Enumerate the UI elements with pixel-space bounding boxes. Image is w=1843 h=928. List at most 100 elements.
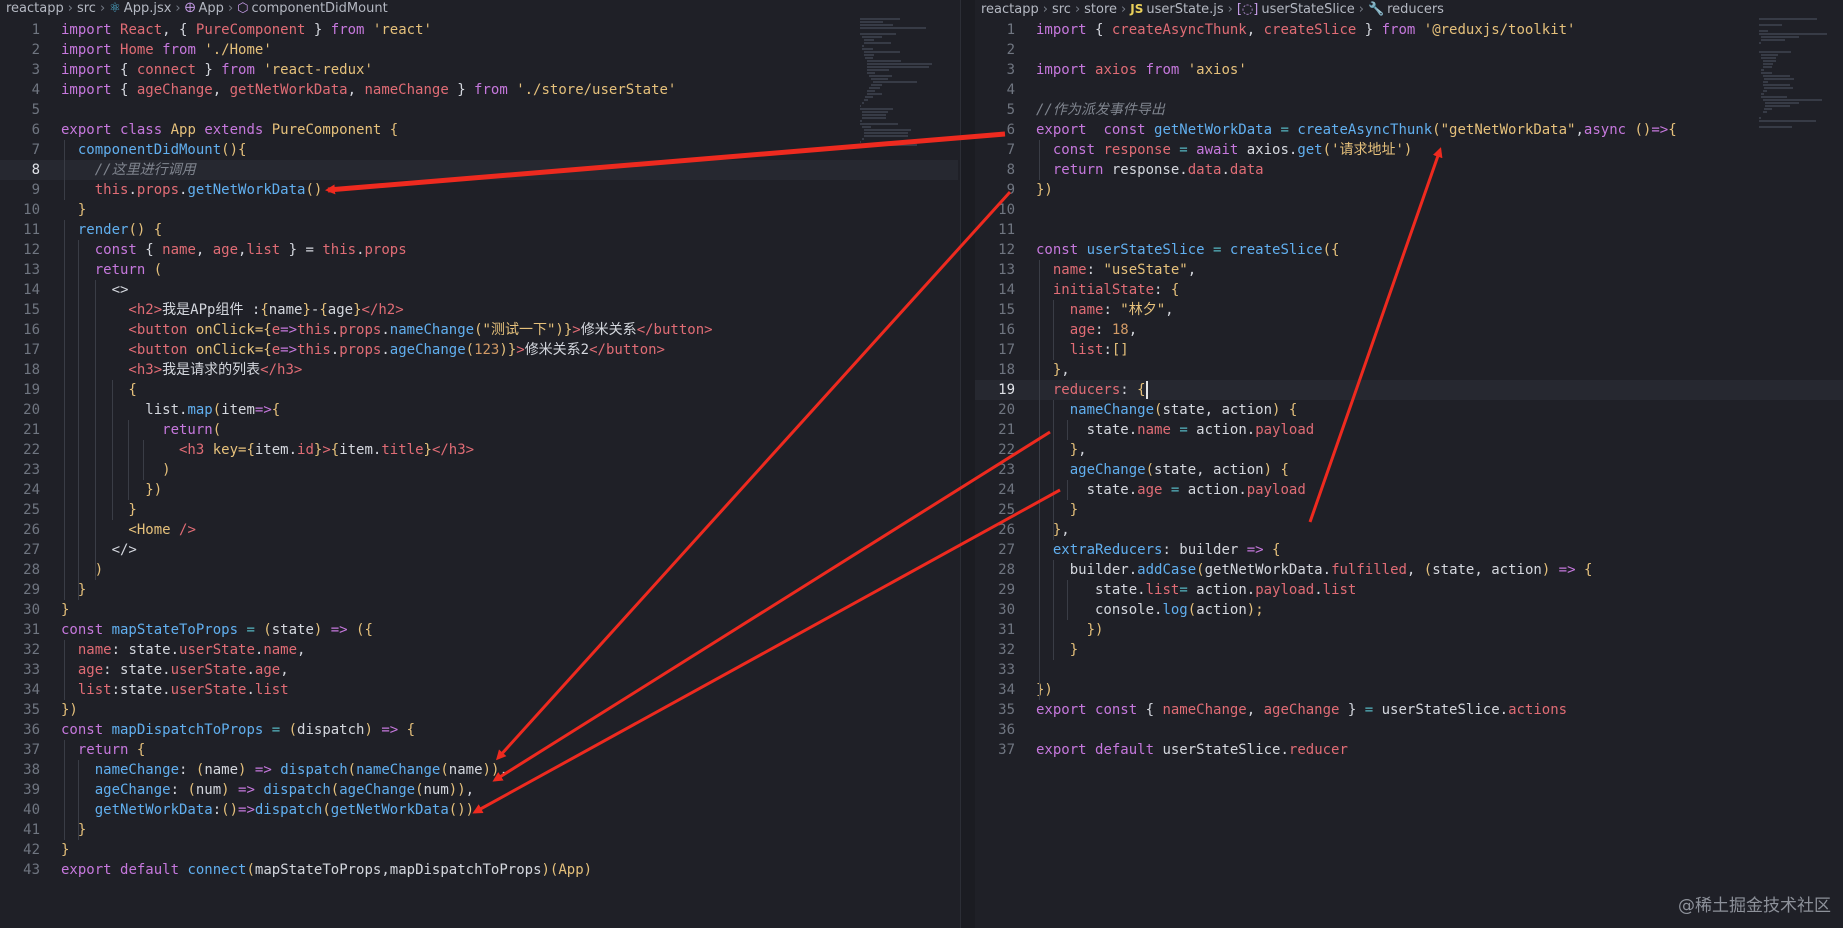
code-line[interactable]: 2 bbox=[975, 40, 1843, 60]
code-line[interactable]: 1 import React, { PureComponent } from 'r… bbox=[0, 20, 958, 40]
code-line[interactable]: 3 import { connect } from 'react-redux' bbox=[0, 60, 958, 80]
code-line[interactable]: 15 name: "林夕", bbox=[975, 300, 1843, 320]
code-line[interactable]: 36 bbox=[975, 720, 1843, 740]
code-line[interactable]: 35 export const { nameChange, ageChange }… bbox=[975, 700, 1843, 720]
code-line[interactable]: 19 { bbox=[0, 380, 958, 400]
line-content: }) bbox=[1036, 620, 1104, 640]
code-line[interactable]: 4 import { ageChange, getNetWorkData, nam… bbox=[0, 80, 958, 100]
code-line[interactable]: 16 age: 18, bbox=[975, 320, 1843, 340]
code-line[interactable]: 8 return response.data.data bbox=[975, 160, 1843, 180]
code-line[interactable]: 38 nameChange: (name) => dispatch(nameCh… bbox=[0, 760, 958, 780]
code-line[interactable]: 43 export default connect(mapStateToProps… bbox=[0, 860, 958, 880]
code-line[interactable]: 29 } bbox=[0, 580, 958, 600]
code-line[interactable]: 28 builder.addCase(getNetWorkData.fulfil… bbox=[975, 560, 1843, 580]
code-line[interactable]: 37 export default userStateSlice.reducer bbox=[975, 740, 1843, 760]
breadcrumb-item[interactable]: src bbox=[77, 0, 96, 18]
code-line[interactable]: 1 import { createAsyncThunk, createSlice … bbox=[975, 20, 1843, 40]
code-line[interactable]: 39 ageChange: (num) => dispatch(ageChang… bbox=[0, 780, 958, 800]
code-line[interactable]: 33 age: state.userState.age, bbox=[0, 660, 958, 680]
code-line[interactable]: 14 initialState: { bbox=[975, 280, 1843, 300]
code-line[interactable]: 32 } bbox=[975, 640, 1843, 660]
code-line[interactable]: 18 }, bbox=[975, 360, 1843, 380]
code-line[interactable]: 6 export const getNetWorkData = createAsy… bbox=[975, 120, 1843, 140]
breadcrumb-item[interactable]: [◌] userStateSlice bbox=[1237, 1, 1355, 19]
code-area[interactable]: 1 import { createAsyncThunk, createSlice … bbox=[975, 20, 1843, 760]
line-content: }, bbox=[1036, 360, 1070, 380]
minimap[interactable] bbox=[1759, 18, 1843, 129]
code-line[interactable]: 21 state.name = action.payload bbox=[975, 420, 1843, 440]
breadcrumb-item[interactable]: src bbox=[1052, 1, 1071, 19]
editor-left[interactable]: reactapp › src › ⚛ App.jsx › 🜨 App › ⬡ componentDid… bbox=[0, 0, 958, 928]
code-line[interactable]: 33 bbox=[975, 660, 1843, 680]
code-line[interactable]: 7 const response = await axios.get('请求地址… bbox=[975, 140, 1843, 160]
code-line[interactable]: 9 this.props.getNetWorkData() bbox=[0, 180, 958, 200]
code-line[interactable]: 23 ageChange(state, action) { bbox=[975, 460, 1843, 480]
breadcrumb-item[interactable]: reactapp bbox=[6, 0, 64, 18]
code-line[interactable]: 32 name: state.userState.name, bbox=[0, 640, 958, 660]
breadcrumb-item[interactable]: store bbox=[1084, 1, 1117, 19]
code-area[interactable]: 1 import React, { PureComponent } from 'r… bbox=[0, 20, 958, 880]
minimap[interactable] bbox=[860, 18, 944, 147]
code-line[interactable]: 42} bbox=[0, 840, 958, 860]
code-line[interactable]: 11 bbox=[975, 220, 1843, 240]
breadcrumb-item[interactable]: 🔧 reducers bbox=[1368, 1, 1444, 19]
code-line[interactable]: 10 bbox=[975, 200, 1843, 220]
code-line[interactable]: 19 reducers: { bbox=[975, 380, 1843, 400]
code-line[interactable]: 28 ) bbox=[0, 560, 958, 580]
code-line[interactable]: 18 <h3>我是请求的列表</h3> bbox=[0, 360, 958, 380]
breadcrumb-item[interactable]: ⬡ componentDidMount bbox=[237, 0, 388, 18]
code-line[interactable]: 26 }, bbox=[975, 520, 1843, 540]
code-line[interactable]: 14 <> bbox=[0, 280, 958, 300]
split-divider[interactable] bbox=[960, 0, 975, 928]
code-line[interactable]: 30} bbox=[0, 600, 958, 620]
code-line[interactable]: 24 state.age = action.payload bbox=[975, 480, 1843, 500]
code-line[interactable]: 41 } bbox=[0, 820, 958, 840]
code-line[interactable]: 25 } bbox=[975, 500, 1843, 520]
code-line[interactable]: 16 <button onClick={e=>this.props.nameCh… bbox=[0, 320, 958, 340]
code-line[interactable]: 29 state.list= action.payload.list bbox=[975, 580, 1843, 600]
code-line[interactable]: 12 const userStateSlice = createSlice({ bbox=[975, 240, 1843, 260]
code-line[interactable]: 11 render() { bbox=[0, 220, 958, 240]
code-line[interactable]: 26 <Home /> bbox=[0, 520, 958, 540]
code-line[interactable]: 25 } bbox=[0, 500, 958, 520]
code-line[interactable]: 24 }) bbox=[0, 480, 958, 500]
minimap-line bbox=[1760, 96, 1787, 98]
code-line[interactable]: 31 const mapStateToProps = (state) => ({ bbox=[0, 620, 958, 640]
code-line[interactable]: 7 componentDidMount(){ bbox=[0, 140, 958, 160]
code-line[interactable]: 34}) bbox=[975, 680, 1843, 700]
code-line[interactable]: 35}) bbox=[0, 700, 958, 720]
code-line[interactable]: 22 }, bbox=[975, 440, 1843, 460]
breadcrumb-item[interactable]: JS userState.js bbox=[1130, 0, 1223, 19]
code-line[interactable]: 31 }) bbox=[975, 620, 1843, 640]
code-line[interactable]: 27 extraReducers: builder => { bbox=[975, 540, 1843, 560]
code-line[interactable]: 9}) bbox=[975, 180, 1843, 200]
code-line[interactable]: 2 import Home from './Home' bbox=[0, 40, 958, 60]
code-line[interactable]: 10 } bbox=[0, 200, 958, 220]
code-line[interactable]: 15 <h2>我是APp组件 :{name}-{age}</h2> bbox=[0, 300, 958, 320]
code-line[interactable]: 37 return { bbox=[0, 740, 958, 760]
breadcrumb-item[interactable]: reactapp bbox=[981, 1, 1039, 19]
line-number: 9 bbox=[31, 182, 40, 198]
code-line[interactable]: 3 import axios from 'axios' bbox=[975, 60, 1843, 80]
code-line[interactable]: 27 </> bbox=[0, 540, 958, 560]
code-line[interactable]: 30 console.log(action); bbox=[975, 600, 1843, 620]
code-line[interactable]: 8 //这里进行调用 bbox=[0, 160, 958, 180]
code-line[interactable]: 13 return ( bbox=[0, 260, 958, 280]
code-line[interactable]: 12 const { name, age,list } = this.props bbox=[0, 240, 958, 260]
breadcrumb-item[interactable]: 🜨 App bbox=[185, 0, 224, 18]
code-line[interactable]: 20 list.map(item=>{ bbox=[0, 400, 958, 420]
code-line[interactable]: 17 <button onClick={e=>this.props.ageCha… bbox=[0, 340, 958, 360]
code-line[interactable]: 5 bbox=[0, 100, 958, 120]
code-line[interactable]: 4 bbox=[975, 80, 1843, 100]
code-line[interactable]: 5 //作为派发事件导出 bbox=[975, 100, 1843, 120]
code-line[interactable]: 36 const mapDispatchToProps = (dispatch) … bbox=[0, 720, 958, 740]
code-line[interactable]: 13 name: "useState", bbox=[975, 260, 1843, 280]
code-line[interactable]: 17 list:[] bbox=[975, 340, 1843, 360]
code-line[interactable]: 20 nameChange(state, action) { bbox=[975, 400, 1843, 420]
breadcrumb-item[interactable]: ⚛ App.jsx bbox=[109, 0, 171, 18]
editor-right[interactable]: reactapp › src › store › JS userState.js › [◌] use… bbox=[975, 0, 1843, 928]
code-line[interactable]: 40 getNetWorkData:()=>dispatch(getNetWor… bbox=[0, 800, 958, 820]
code-line[interactable]: 34 list:state.userState.list bbox=[0, 680, 958, 700]
code-line[interactable]: 21 return( bbox=[0, 420, 958, 440]
code-line[interactable]: 6 export class App extends PureComponent … bbox=[0, 120, 958, 140]
